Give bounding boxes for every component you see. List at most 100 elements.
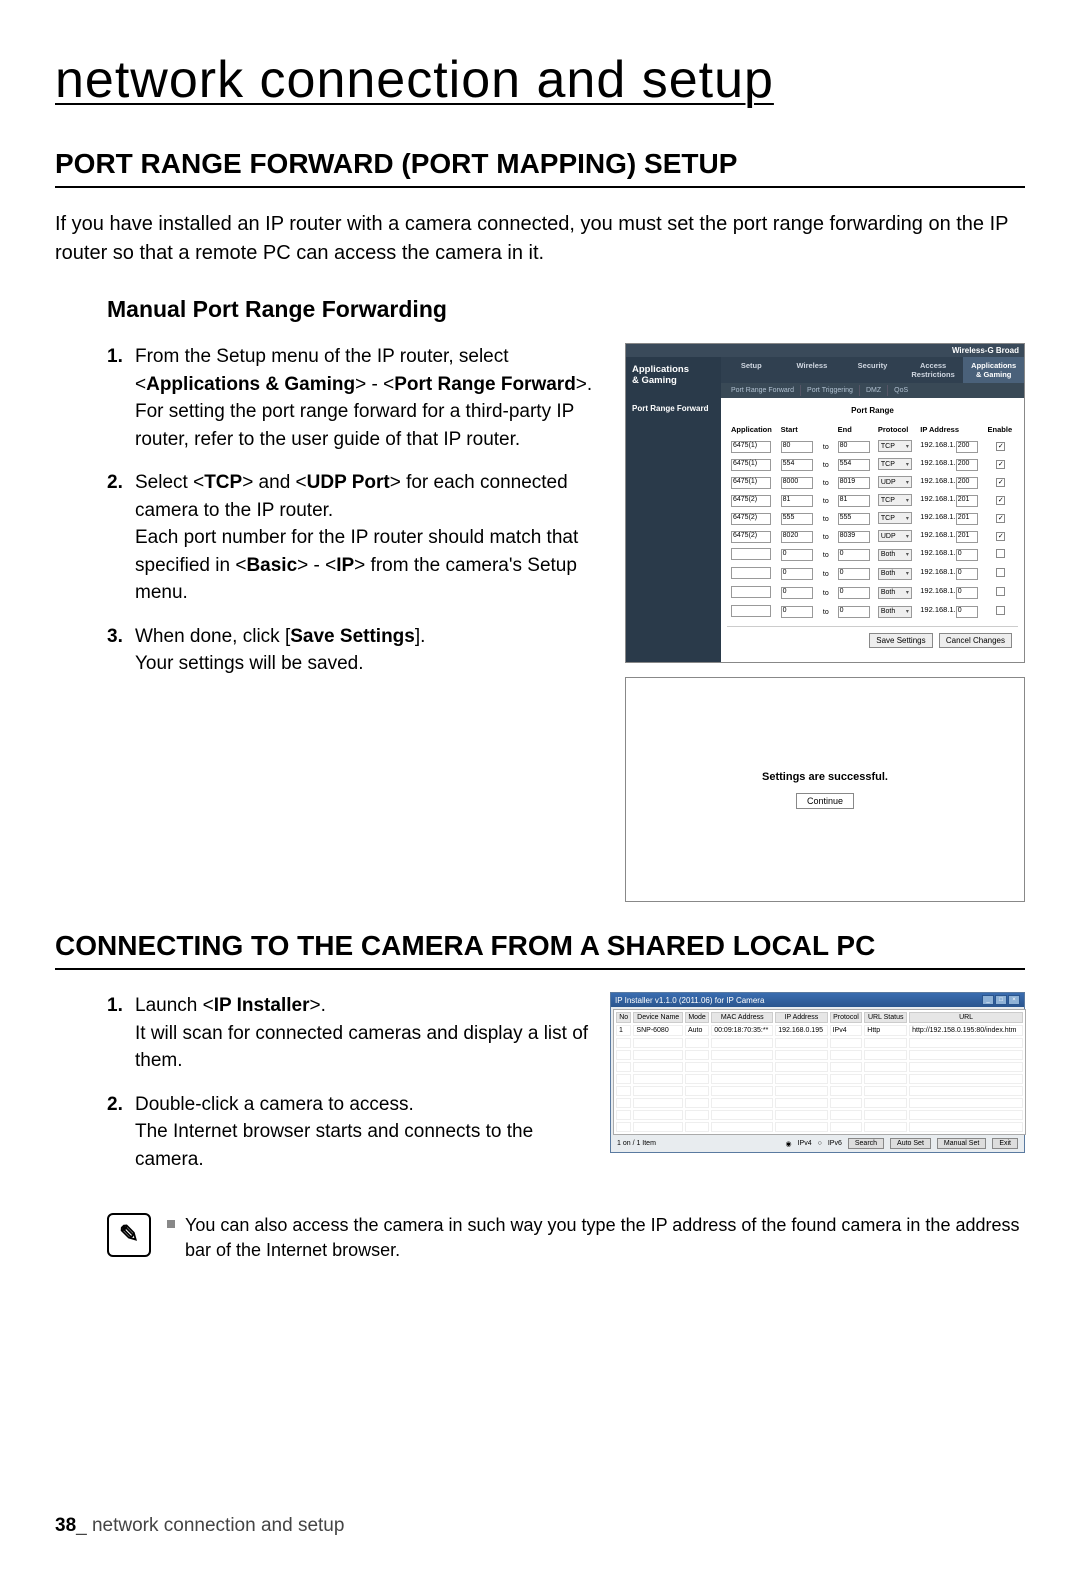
protocol-select[interactable]: TCP bbox=[878, 458, 912, 470]
tab-setup[interactable]: Setup bbox=[721, 357, 782, 383]
app-input[interactable]: 6475(2) bbox=[731, 531, 771, 543]
tab-apps-gaming[interactable]: Applications & Gaming bbox=[963, 357, 1024, 383]
ip-input[interactable]: 201 bbox=[956, 513, 978, 525]
close-icon[interactable]: × bbox=[1008, 995, 1020, 1005]
end-input[interactable]: 0 bbox=[838, 568, 870, 580]
ip-input[interactable]: 200 bbox=[956, 459, 978, 471]
start-input[interactable]: 0 bbox=[781, 549, 813, 561]
save-settings-button[interactable]: Save Settings bbox=[869, 633, 932, 648]
minimize-icon[interactable]: _ bbox=[982, 995, 994, 1005]
enable-checkbox[interactable]: ✓ bbox=[996, 496, 1005, 505]
end-input[interactable]: 0 bbox=[838, 587, 870, 599]
start-input[interactable]: 0 bbox=[781, 606, 813, 618]
app-input[interactable]: 6475(1) bbox=[731, 441, 771, 453]
app-input[interactable] bbox=[731, 548, 771, 560]
enable-checkbox[interactable] bbox=[996, 606, 1005, 615]
protocol-select[interactable]: Both bbox=[878, 568, 912, 580]
end-input[interactable]: 0 bbox=[838, 606, 870, 618]
enable-checkbox[interactable]: ✓ bbox=[996, 514, 1005, 523]
protocol-select[interactable]: Both bbox=[878, 549, 912, 561]
end-input[interactable]: 0 bbox=[838, 549, 870, 561]
enable-checkbox[interactable] bbox=[996, 549, 1005, 558]
end-input[interactable]: 8039 bbox=[838, 531, 870, 543]
tab-security[interactable]: Security bbox=[842, 357, 903, 383]
protocol-select[interactable]: TCP bbox=[878, 512, 912, 524]
ip-input[interactable]: 0 bbox=[956, 549, 978, 561]
ip-installer-titlebar: IP Installer v1.1.0 (2011.06) for IP Cam… bbox=[611, 993, 1024, 1007]
port-range-heading: Port Range bbox=[727, 406, 1018, 415]
port-forward-row: 6475(2)555to555TCP192.168.1.201✓ bbox=[729, 510, 1016, 526]
enable-checkbox[interactable] bbox=[996, 568, 1005, 577]
enable-checkbox[interactable]: ✓ bbox=[996, 460, 1005, 469]
ip-prefix: 192.168.1. bbox=[920, 567, 955, 576]
ip-input[interactable]: 0 bbox=[956, 568, 978, 580]
text: Your settings will be saved. bbox=[135, 653, 363, 674]
enable-checkbox[interactable] bbox=[996, 587, 1005, 596]
search-button[interactable]: Search bbox=[848, 1138, 884, 1149]
ipv6-radio[interactable]: ○ bbox=[818, 1140, 822, 1147]
end-input[interactable]: 554 bbox=[838, 459, 870, 471]
start-input[interactable]: 554 bbox=[781, 459, 813, 471]
subtab-prf[interactable]: Port Range Forward bbox=[725, 385, 801, 396]
port-forward-row: 6475(1)80to80TCP192.168.1.200✓ bbox=[729, 438, 1016, 454]
subtab-trigger[interactable]: Port Triggering bbox=[801, 385, 860, 396]
step-3: 3. When done, click [Save Settings]. You… bbox=[107, 623, 607, 678]
app-input[interactable] bbox=[731, 567, 771, 579]
protocol-select[interactable]: UDP bbox=[878, 530, 912, 542]
router-admin-figure: Wireless-G Broad Applications & Gaming S… bbox=[625, 343, 1025, 663]
ip-input[interactable]: 0 bbox=[956, 587, 978, 599]
enable-checkbox[interactable]: ✓ bbox=[996, 478, 1005, 487]
exit-button[interactable]: Exit bbox=[992, 1138, 1018, 1149]
start-input[interactable]: 8000 bbox=[781, 477, 813, 489]
ipv4-label: IPv4 bbox=[798, 1140, 812, 1147]
port-range-table: Application Start End Protocol IP Addres… bbox=[727, 421, 1018, 622]
start-input[interactable]: 80 bbox=[781, 441, 813, 453]
app-input[interactable]: 6475(1) bbox=[731, 477, 771, 489]
end-input[interactable]: 81 bbox=[838, 495, 870, 507]
start-input[interactable]: 0 bbox=[781, 568, 813, 580]
protocol-select[interactable]: TCP bbox=[878, 440, 912, 452]
start-input[interactable]: 81 bbox=[781, 495, 813, 507]
end-input[interactable]: 80 bbox=[838, 441, 870, 453]
col-protocol: Protocol bbox=[830, 1012, 863, 1023]
enable-checkbox[interactable]: ✓ bbox=[996, 532, 1005, 541]
ipv4-radio[interactable]: ◉ bbox=[785, 1140, 791, 1148]
app-input[interactable] bbox=[731, 586, 771, 598]
ip-input[interactable]: 201 bbox=[956, 495, 978, 507]
protocol-select[interactable]: Both bbox=[878, 587, 912, 599]
start-input[interactable]: 0 bbox=[781, 587, 813, 599]
manualset-button[interactable]: Manual Set bbox=[937, 1138, 986, 1149]
end-input[interactable]: 555 bbox=[838, 513, 870, 525]
app-input[interactable]: 6475(2) bbox=[731, 495, 771, 507]
bold: UDP Port bbox=[307, 472, 390, 493]
cell: Http bbox=[864, 1025, 907, 1036]
autoset-button[interactable]: Auto Set bbox=[890, 1138, 931, 1149]
app-input[interactable] bbox=[731, 605, 771, 617]
ip-input[interactable]: 201 bbox=[956, 531, 978, 543]
enable-checkbox[interactable]: ✓ bbox=[996, 442, 1005, 451]
protocol-select[interactable]: Both bbox=[878, 606, 912, 618]
subtab-qos[interactable]: QoS bbox=[888, 385, 914, 396]
ip-input[interactable]: 0 bbox=[956, 606, 978, 618]
app-input[interactable]: 6475(1) bbox=[731, 459, 771, 471]
cancel-changes-button[interactable]: Cancel Changes bbox=[939, 633, 1012, 648]
tab-access[interactable]: Access Restrictions bbox=[903, 357, 964, 383]
end-input[interactable]: 8019 bbox=[838, 477, 870, 489]
port-forward-row: 6475(2)81to81TCP192.168.1.201✓ bbox=[729, 492, 1016, 508]
protocol-select[interactable]: TCP bbox=[878, 494, 912, 506]
start-input[interactable]: 8020 bbox=[781, 531, 813, 543]
maximize-icon[interactable]: □ bbox=[995, 995, 1007, 1005]
protocol-select[interactable]: UDP bbox=[878, 476, 912, 488]
col-ip: IP Address bbox=[918, 423, 983, 436]
cell: 1 bbox=[616, 1025, 631, 1036]
ip-prefix: 192.168.1. bbox=[920, 605, 955, 614]
start-input[interactable]: 555 bbox=[781, 513, 813, 525]
camera-row[interactable]: 1 SNP-6080 Auto 00:09:18:70:35:** 192.16… bbox=[616, 1025, 1023, 1036]
continue-button[interactable]: Continue bbox=[796, 793, 854, 809]
tab-wireless[interactable]: Wireless bbox=[782, 357, 843, 383]
app-input[interactable]: 6475(2) bbox=[731, 513, 771, 525]
port-forward-row: 0to0Both192.168.1.0 bbox=[729, 565, 1016, 582]
subtab-dmz[interactable]: DMZ bbox=[860, 385, 888, 396]
ip-input[interactable]: 200 bbox=[956, 441, 978, 453]
ip-input[interactable]: 200 bbox=[956, 477, 978, 489]
